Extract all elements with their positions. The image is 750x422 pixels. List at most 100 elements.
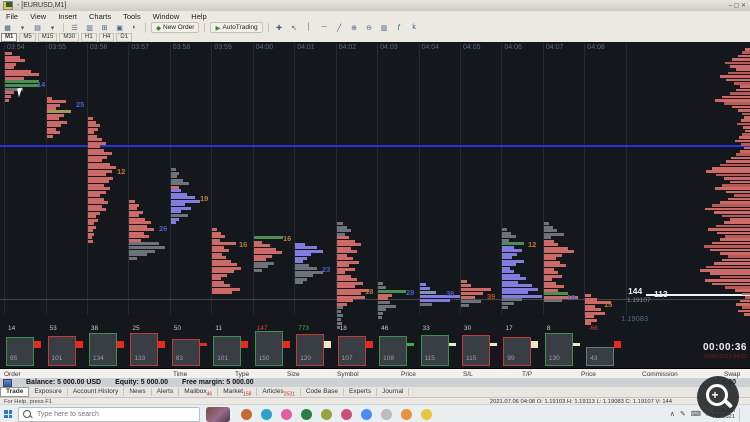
menu-tools[interactable]: Tools xyxy=(117,12,147,21)
orders-col-price[interactable]: Price xyxy=(397,371,459,378)
orders-col-type[interactable]: Type xyxy=(231,371,283,378)
start-button[interactable] xyxy=(0,405,16,422)
edge-icon[interactable] xyxy=(260,408,272,422)
firefox-icon[interactable] xyxy=(240,408,252,422)
tab-news[interactable]: News xyxy=(124,388,152,396)
new-order-button[interactable]: ◆ New Order xyxy=(151,22,200,33)
vertical-line-icon[interactable]: │ xyxy=(303,22,316,33)
composite-profile-bar xyxy=(714,211,750,214)
window-controls[interactable]: – ▢ ✕ xyxy=(729,2,746,9)
composite-profile-bar xyxy=(736,88,750,92)
pen-icon[interactable]: ✎ xyxy=(680,410,686,418)
indicators-icon[interactable]: ƒ xyxy=(393,22,406,33)
new-chart-icon[interactable]: ▦ xyxy=(1,22,14,33)
onenote-icon[interactable] xyxy=(320,408,332,420)
photos-icon[interactable] xyxy=(280,408,292,422)
strategy-tester-icon[interactable]: ◐ xyxy=(128,22,141,33)
cluster-count-label: 26 xyxy=(159,224,168,233)
delta-marker xyxy=(365,341,373,348)
alarm-icon[interactable] xyxy=(420,408,432,420)
menu-window[interactable]: Window xyxy=(147,12,186,21)
composite-profile-bar xyxy=(745,129,750,133)
tab-code-base[interactable]: Code Base xyxy=(301,388,345,396)
toolbar-separator xyxy=(145,23,146,32)
tab-alerts[interactable]: Alerts xyxy=(152,388,180,396)
tab-account-history[interactable]: Account History xyxy=(68,388,125,396)
cluster-bar xyxy=(212,249,230,252)
timeframe-h4[interactable]: H4 xyxy=(98,33,115,42)
chart-dropdown-caret-icon[interactable]: ▾ xyxy=(16,22,29,33)
terminal-icon[interactable]: ▣ xyxy=(113,22,126,33)
tab-trade[interactable]: Trade xyxy=(0,387,30,397)
zoom-tool-overlay[interactable] xyxy=(697,376,739,418)
cluster-count-label: 16 xyxy=(283,234,292,243)
zoom-out-icon[interactable]: ⊖ xyxy=(363,22,376,33)
composite-profile-bar xyxy=(722,214,750,218)
orders-col-symbol[interactable]: Symbol xyxy=(333,371,397,378)
timeframe-m30[interactable]: M30 xyxy=(59,33,80,42)
profiles-icon[interactable]: ▤ xyxy=(31,22,44,33)
crosshair-icon[interactable]: ✚ xyxy=(273,22,286,33)
keyboard-icon[interactable]: ⌨ xyxy=(691,410,701,418)
timeframe-m15[interactable]: M15 xyxy=(37,33,58,42)
cluster-bar xyxy=(129,221,152,224)
notification-edge-button[interactable] xyxy=(739,407,749,421)
horizontal-line-icon[interactable]: ─ xyxy=(318,22,331,33)
cluster-bar xyxy=(129,200,136,203)
menu-charts[interactable]: Charts xyxy=(83,12,117,21)
orders-col-price[interactable]: Price xyxy=(577,371,638,378)
outlook-icon[interactable] xyxy=(400,408,412,420)
time-label: 04:06 xyxy=(504,44,522,51)
cluster-bar xyxy=(585,294,592,297)
footprint-chart[interactable]: 03:54 03:55 03:56 03:57 03:58 03:59 04:00 04:01… xyxy=(0,42,750,368)
symbol-dropdown-icon[interactable]: k xyxy=(408,22,421,33)
timeframe-h1[interactable]: H1 xyxy=(81,33,97,42)
autotrading-button[interactable]: ▶ AutoTrading xyxy=(210,22,263,33)
composite-profile-bar xyxy=(732,58,750,61)
tab-exposure[interactable]: Exposure xyxy=(29,388,68,396)
tab-journal[interactable]: Journal xyxy=(377,388,410,396)
menu-view[interactable]: View xyxy=(24,12,52,21)
market-watch-icon[interactable]: ☰ xyxy=(68,22,81,33)
profiles-caret-icon[interactable]: ▾ xyxy=(46,22,59,33)
timeframe-d1[interactable]: D1 xyxy=(116,33,133,42)
cluster-bar xyxy=(336,285,355,288)
chart-shift-icon[interactable]: ▥ xyxy=(378,22,391,33)
cursor-icon[interactable]: ↖ xyxy=(288,22,301,33)
volume-value: 108 xyxy=(383,355,394,362)
delta-marker xyxy=(116,341,124,348)
tab-experts[interactable]: Experts xyxy=(344,388,378,396)
cluster-bar xyxy=(170,182,189,185)
grid-line xyxy=(45,44,47,315)
timeframe-m1[interactable]: M1 xyxy=(1,33,18,42)
orders-col-time[interactable]: Time xyxy=(169,371,231,378)
data-window-icon[interactable]: ▥ xyxy=(83,22,96,33)
excel-icon[interactable] xyxy=(300,408,312,422)
taskbar-photo-thumbnail[interactable] xyxy=(206,406,230,422)
menu-help[interactable]: Help xyxy=(185,12,212,21)
composite-profile-bar xyxy=(715,99,750,102)
store-icon[interactable] xyxy=(340,408,352,422)
teams-icon[interactable] xyxy=(380,408,392,422)
chevron-up-icon[interactable]: ∧ xyxy=(670,410,675,418)
orders-col-commission[interactable]: Commission xyxy=(638,371,720,378)
orders-col-size[interactable]: Size xyxy=(283,371,333,378)
tab-mailbox[interactable]: Mailbox46 xyxy=(179,388,219,397)
tab-articles[interactable]: Articles2531 xyxy=(257,388,301,397)
menu-file[interactable]: File xyxy=(0,12,24,21)
chrome-icon[interactable] xyxy=(360,408,372,422)
cluster-bar xyxy=(87,229,93,232)
orders-col-tp[interactable]: T/P xyxy=(518,371,577,378)
trendline-icon[interactable]: ╱ xyxy=(333,22,346,33)
tab-market[interactable]: Market158 xyxy=(218,388,258,397)
orders-col-order[interactable]: Order xyxy=(0,371,169,378)
search-input[interactable] xyxy=(35,409,179,419)
orders-col-sl[interactable]: S/L xyxy=(459,371,518,378)
navigator-icon[interactable]: ⊞ xyxy=(98,22,111,33)
timeframe-m5[interactable]: M5 xyxy=(19,33,36,42)
menu-insert[interactable]: Insert xyxy=(52,12,83,21)
taskbar-search[interactable] xyxy=(18,406,200,422)
title-bar[interactable]: - [EURUSD,M1] – ▢ ✕ xyxy=(0,0,750,11)
zoom-in-icon[interactable]: ⊕ xyxy=(348,22,361,33)
composite-profile-bar xyxy=(715,187,750,190)
